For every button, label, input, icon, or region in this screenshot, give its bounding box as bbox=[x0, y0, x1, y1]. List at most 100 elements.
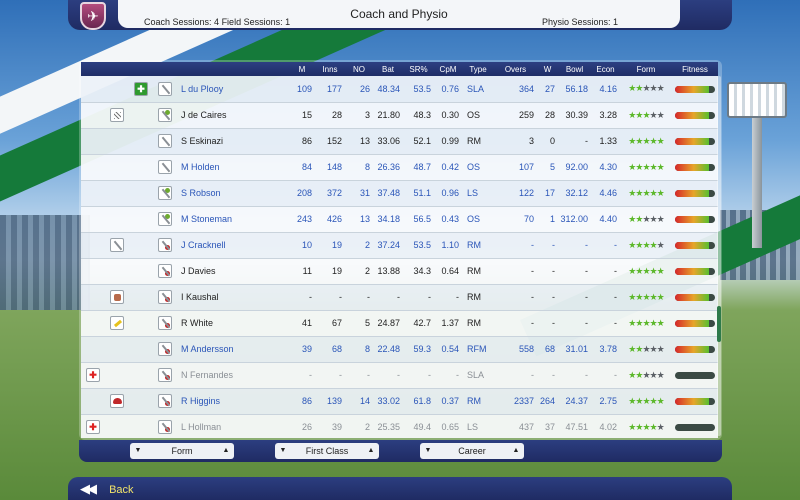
column-header-m[interactable]: M bbox=[289, 62, 315, 76]
chevron-down-icon[interactable]: ▼ bbox=[132, 443, 144, 459]
note-icon[interactable] bbox=[110, 316, 124, 330]
column-header-econ[interactable]: Econ bbox=[591, 62, 620, 76]
stat-econ: 2.75 bbox=[599, 396, 617, 406]
plus-icon[interactable]: ✚ bbox=[134, 81, 148, 96]
player-name[interactable]: J de Caires bbox=[177, 102, 289, 128]
chevron-up-icon[interactable]: ▲ bbox=[365, 443, 377, 459]
table-row[interactable]: S Eskinazi 86 152 13 33.06 52.1 0.99 RM 3 0-1.33 ★… bbox=[81, 128, 718, 154]
player-name[interactable]: R Higgins bbox=[177, 388, 289, 414]
pad-icon[interactable] bbox=[110, 108, 124, 122]
stat-econ: 1.33 bbox=[599, 136, 617, 146]
table-scrollbar[interactable] bbox=[717, 76, 721, 436]
stat-bat: 48.34 bbox=[377, 83, 400, 94]
column-header-bat[interactable]: Bat bbox=[373, 62, 403, 76]
stat-bowl: 56.18 bbox=[565, 83, 588, 94]
column-header-cpm[interactable]: CpM bbox=[434, 62, 462, 76]
red-cross-icon[interactable]: ✚ bbox=[86, 420, 100, 434]
stat-econ: - bbox=[614, 266, 617, 276]
player-name[interactable]: N Fernandes bbox=[177, 362, 289, 388]
table-row[interactable]: J Davies 11 19 2 13.88 34.3 0.64 RM - - - - ★★★★★ bbox=[81, 258, 718, 284]
player-name[interactable]: M Stoneman bbox=[177, 206, 289, 232]
training-cell bbox=[105, 76, 129, 102]
star-icon: ★ bbox=[656, 395, 665, 406]
table-row[interactable]: M Andersson 39 68 8 22.48 59.3 0.54 RFM 558 68 31.… bbox=[81, 336, 718, 362]
column-header-inns[interactable]: Inns bbox=[315, 62, 345, 76]
player-name[interactable]: I Kaushal bbox=[177, 284, 289, 310]
glove-icon[interactable] bbox=[110, 290, 124, 304]
stat-m: 208 bbox=[296, 188, 312, 198]
period-filter-dropdown[interactable]: ▼ Career ▲ bbox=[420, 443, 524, 459]
stat-bat: - bbox=[397, 292, 400, 302]
stat-type: RFM bbox=[467, 344, 487, 354]
chevron-up-icon[interactable]: ▲ bbox=[510, 443, 522, 459]
player-name[interactable]: M Andersson bbox=[177, 336, 289, 362]
player-name[interactable]: R White bbox=[177, 310, 289, 336]
training-cell bbox=[105, 206, 129, 232]
fitness-cell bbox=[672, 128, 718, 154]
table-row[interactable]: M Stoneman 243 426 13 34.18 56.5 0.43 OS 70 1 312.… bbox=[81, 206, 718, 232]
player-name[interactable]: L du Plooy bbox=[177, 76, 289, 102]
player-name[interactable]: S Eskinazi bbox=[177, 128, 289, 154]
player-name[interactable]: S Robson bbox=[177, 180, 289, 206]
table-row[interactable]: R Higgins 86 139 14 33.02 61.8 0.37 RM 2337 264 24… bbox=[81, 388, 718, 414]
stat-sr: 56.5 bbox=[413, 214, 431, 224]
table-row[interactable]: ✚ N Fernandes - - - - - - SLA - - - - ★★★★★ bbox=[81, 362, 718, 388]
player-name[interactable]: L Hollman bbox=[177, 414, 289, 438]
table-row[interactable]: M Holden 84 148 8 26.36 48.7 0.42 OS 107 5 92.00 4.… bbox=[81, 154, 718, 180]
column-header-fitness[interactable]: Fitness bbox=[672, 62, 718, 76]
stat-inns: 19 bbox=[331, 266, 342, 276]
table-row[interactable]: ✚ L du Plooy 109 177 26 48.34 53.5 0.76 SLA 364 27… bbox=[81, 76, 718, 102]
table-row[interactable]: J Cracknell 10 19 2 37.24 53.5 1.10 RM - - - - ★★★★★ bbox=[81, 232, 718, 258]
stat-overs: 259 bbox=[518, 110, 534, 120]
star-icon: ★ bbox=[656, 161, 665, 172]
stat-w: 27 bbox=[544, 83, 555, 94]
helmet-icon[interactable] bbox=[110, 394, 124, 408]
scrollbar-thumb[interactable] bbox=[717, 306, 721, 342]
chevron-down-icon[interactable]: ▼ bbox=[277, 443, 289, 459]
form-rating: ★★★★★ bbox=[620, 206, 672, 232]
table-row[interactable]: J de Caires 15 28 3 21.80 48.3 0.30 OS 259 28 30.3… bbox=[81, 102, 718, 128]
table-row[interactable]: ✚ L Hollman 26 39 2 25.35 49.4 0.65 LS 437 37 47.51… bbox=[81, 414, 718, 438]
bat-icon[interactable] bbox=[110, 238, 124, 252]
column-header-bowl[interactable]: Bowl bbox=[558, 62, 591, 76]
player-name[interactable]: J Davies bbox=[177, 258, 289, 284]
role-cell bbox=[153, 232, 177, 258]
stat-inns: 139 bbox=[326, 396, 342, 406]
stat-m: 109 bbox=[296, 83, 312, 94]
column-header-no[interactable]: NO bbox=[345, 62, 373, 76]
back-button[interactable]: ◀◀ Back bbox=[80, 480, 160, 498]
stat-econ: - bbox=[614, 370, 617, 380]
stat-w: - bbox=[552, 292, 555, 302]
column-header-w[interactable]: W bbox=[537, 62, 558, 76]
stat-m: 41 bbox=[301, 318, 312, 328]
column-header-form[interactable]: Form bbox=[620, 62, 672, 76]
star-icon: ★ bbox=[649, 83, 658, 94]
column-header-sr[interactable]: SR% bbox=[403, 62, 434, 76]
stat-m: 26 bbox=[301, 422, 312, 432]
competition-filter-dropdown[interactable]: ▼ First Class ▲ bbox=[275, 443, 379, 459]
table-row[interactable]: S Robson 208 372 31 37.48 51.1 0.96 LS 122 17 32.1… bbox=[81, 180, 718, 206]
player-name[interactable]: J Cracknell bbox=[177, 232, 289, 258]
table-row[interactable]: R White 41 67 5 24.87 42.7 1.37 RM - - - - ★★★★★ bbox=[81, 310, 718, 336]
field-sessions: Field Sessions: 1 bbox=[221, 17, 291, 27]
stat-m: 10 bbox=[301, 240, 312, 250]
column-header-type[interactable]: Type bbox=[462, 62, 494, 76]
red-cross-icon[interactable]: ✚ bbox=[86, 368, 100, 382]
column-header-overs[interactable]: Overs bbox=[494, 62, 537, 76]
chevron-up-icon[interactable]: ▲ bbox=[220, 443, 232, 459]
chevron-down-icon[interactable]: ▼ bbox=[422, 443, 434, 459]
fitness-bar-fill bbox=[675, 398, 709, 406]
stat-w: - bbox=[552, 370, 555, 380]
form-filter-dropdown[interactable]: ▼ Form ▲ bbox=[130, 443, 234, 459]
table-row[interactable]: I Kaushal - - - - - - RM - - - - ★★★★★ bbox=[81, 284, 718, 310]
form-rating: ★★★★★ bbox=[620, 232, 672, 258]
fitness-bar bbox=[675, 398, 715, 406]
player-name[interactable]: M Holden bbox=[177, 154, 289, 180]
physio-sessions: Physio Sessions: 1 bbox=[541, 17, 618, 27]
stat-type: OS bbox=[467, 162, 481, 172]
stat-type: LS bbox=[467, 188, 479, 198]
stat-econ: - bbox=[614, 240, 617, 250]
fitness-bar-fill bbox=[675, 346, 709, 354]
stat-econ: 4.40 bbox=[599, 214, 617, 224]
stat-inns: 372 bbox=[326, 188, 342, 198]
